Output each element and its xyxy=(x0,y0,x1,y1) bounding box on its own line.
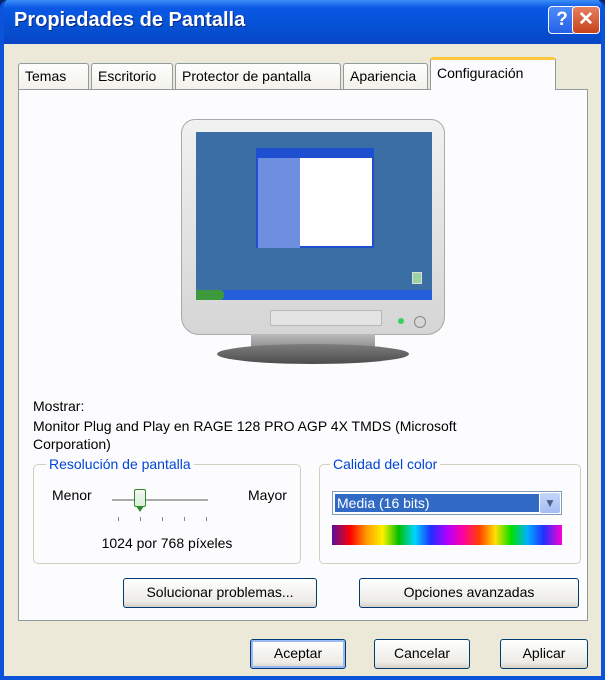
troubleshoot-button[interactable]: Solucionar problemas... xyxy=(123,578,317,608)
power-button-icon xyxy=(414,316,426,328)
color-quality-group: Calidad del color Media (16 bits) ▼ xyxy=(319,456,581,564)
display-device-cont: Corporation) xyxy=(33,436,111,452)
apply-button[interactable]: Aplicar xyxy=(500,639,588,669)
display-device: Monitor Plug and Play en RAGE 128 PRO AG… xyxy=(33,418,457,434)
chevron-down-icon[interactable]: ▼ xyxy=(540,493,560,513)
resolution-max-label: Mayor xyxy=(248,487,287,503)
resolution-slider-track[interactable] xyxy=(112,499,208,502)
resolution-legend: Resolución de pantalla xyxy=(46,456,194,472)
monitor-stand-base xyxy=(217,344,409,364)
resolution-min-label: Menor xyxy=(52,487,92,503)
slider-tick xyxy=(118,517,119,521)
close-icon: ✕ xyxy=(578,9,594,30)
close-button[interactable]: ✕ xyxy=(572,6,600,34)
tab-protector[interactable]: Protector de pantalla xyxy=(175,63,341,89)
resolution-value: 1024 por 768 píxeles xyxy=(101,535,233,551)
slider-tick xyxy=(162,517,163,521)
advanced-options-button[interactable]: Opciones avanzadas xyxy=(359,578,579,608)
tab-temas[interactable]: Temas xyxy=(18,63,89,89)
display-label: Mostrar: xyxy=(33,398,85,414)
slider-tick xyxy=(140,517,141,521)
color-quality-selected: Media (16 bits) xyxy=(335,494,539,512)
display-properties-window: Propiedades de Pantalla ? ✕ Temas Escrit… xyxy=(0,0,605,680)
power-led-icon xyxy=(398,318,404,324)
color-quality-legend: Calidad del color xyxy=(330,456,441,472)
slider-tick xyxy=(184,517,185,521)
color-quality-preview-bar xyxy=(332,525,562,545)
tab-apariencia[interactable]: Apariencia xyxy=(343,63,428,89)
taskbar-thumbnail xyxy=(196,290,432,300)
help-icon: ? xyxy=(556,9,568,30)
tab-escritorio[interactable]: Escritorio xyxy=(91,63,173,89)
monitor-icon xyxy=(181,119,445,335)
color-quality-select[interactable]: Media (16 bits) ▼ xyxy=(332,491,562,515)
tab-configuracion[interactable]: Configuración xyxy=(430,57,556,90)
slider-tick xyxy=(206,517,207,521)
window-title: Propiedades de Pantalla xyxy=(14,9,246,31)
cancel-button[interactable]: Cancelar xyxy=(374,639,470,669)
desktop-window-thumbnail xyxy=(256,148,374,248)
ok-button[interactable]: Aceptar xyxy=(250,639,346,669)
resolution-group: Resolución de pantalla Menor Mayor 1024 … xyxy=(33,456,301,564)
settings-panel: Mostrar: Monitor Plug and Play en RAGE 1… xyxy=(18,89,588,621)
start-button-thumbnail xyxy=(196,290,224,300)
title-bar[interactable]: Propiedades de Pantalla ? ✕ xyxy=(4,0,601,44)
monitor-slot xyxy=(270,310,382,326)
recycle-bin-icon xyxy=(412,272,422,284)
resolution-slider-thumb[interactable] xyxy=(134,489,146,512)
monitor-screen xyxy=(196,132,432,300)
